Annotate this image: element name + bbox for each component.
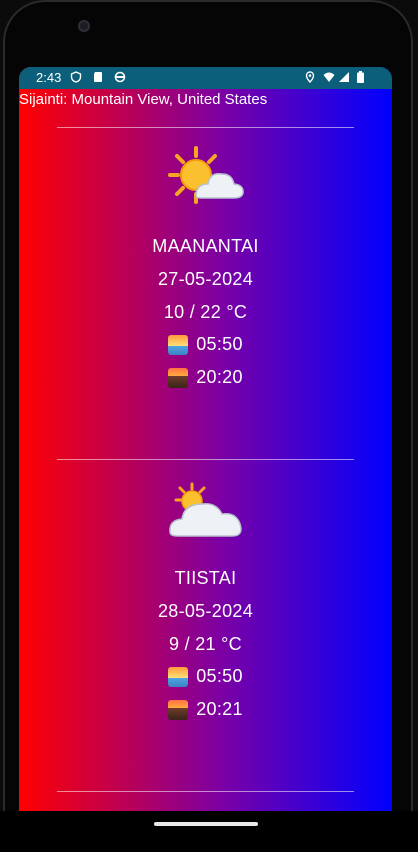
- signal-icon: [339, 72, 349, 82]
- sunrise-icon: [168, 666, 189, 687]
- day-date: 28-05-2024: [157, 601, 254, 621]
- sunset-city-icon: [168, 699, 189, 720]
- sunrise-time: 05:50: [196, 666, 243, 686]
- wifi-icon: [323, 72, 335, 82]
- status-bar: 2:43: [19, 67, 392, 89]
- sd-card-icon: [94, 72, 102, 82]
- day-temperature: 9 / 21 °C: [169, 634, 242, 654]
- status-time: 2:43: [36, 70, 62, 85]
- navigation-bar: [0, 811, 418, 852]
- day-name: TIISTAI: [174, 568, 237, 588]
- day-temperature: 10 / 22 °C: [163, 302, 248, 322]
- sun-behind-cloud-icon: [168, 146, 244, 204]
- location-label: Sijainti: Mountain View, United States: [19, 91, 268, 108]
- sunset-row: 20:21: [19, 699, 392, 720]
- shield-icon: [70, 71, 82, 83]
- sunset-row: 20:20: [19, 367, 392, 388]
- sync-icon: [114, 71, 126, 83]
- front-camera: [78, 20, 90, 32]
- phone-frame: 2:43 Sijainti: Mountain View, United Sta…: [0, 0, 418, 852]
- location-icon: [305, 71, 315, 83]
- app-screen: 2:43 Sijainti: Mountain View, United Sta…: [19, 67, 392, 811]
- battery-icon: [357, 71, 364, 83]
- sunrise-row: 05:50: [19, 334, 392, 355]
- sunset-time: 20:21: [196, 699, 243, 719]
- sun-behind-large-cloud-icon: [169, 482, 242, 537]
- sunrise-row: 05:50: [19, 666, 392, 687]
- forecast-day-card: TIISTAI 28-05-2024 9 / 21 °C 05:50 20:21: [19, 460, 392, 790]
- sunrise-icon: [168, 334, 189, 355]
- sunset-city-icon: [168, 367, 189, 388]
- sunset-time: 20:20: [196, 367, 243, 387]
- day-name: MAANANTAI: [152, 236, 259, 256]
- sunrise-time: 05:50: [196, 334, 243, 354]
- forecast-day-card: MAANANTAI 27-05-2024 10 / 22 °C 05:50 20…: [19, 128, 392, 458]
- home-gesture-handle[interactable]: [154, 822, 258, 826]
- divider: [57, 791, 354, 792]
- day-date: 27-05-2024: [157, 269, 254, 289]
